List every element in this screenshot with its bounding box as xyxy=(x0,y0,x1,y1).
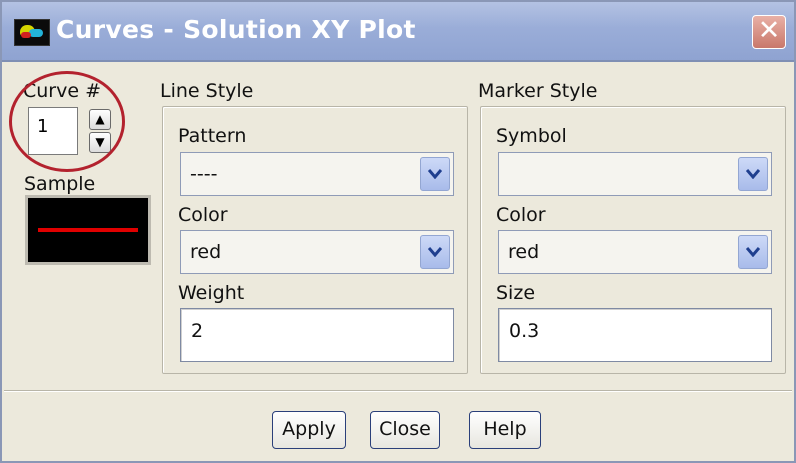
size-label: Size xyxy=(496,282,536,304)
pattern-dropdown[interactable]: ---- xyxy=(180,152,454,196)
marker-style-title: Marker Style xyxy=(478,80,598,102)
close-icon: ✕ xyxy=(757,15,781,46)
chevron-down-icon xyxy=(746,169,760,179)
weight-input[interactable]: 2 xyxy=(180,308,454,362)
symbol-label: Symbol xyxy=(496,125,567,147)
marker-color-value: red xyxy=(508,241,540,263)
line-style-title: Line Style xyxy=(160,80,254,102)
divider xyxy=(4,390,792,392)
line-color-dropdown[interactable]: red xyxy=(180,230,454,274)
chevron-down-icon xyxy=(746,247,760,257)
line-color-label: Color xyxy=(178,204,228,226)
marker-color-label: Color xyxy=(496,204,546,226)
size-input[interactable]: 0.3 xyxy=(498,308,772,362)
symbol-dropdown[interactable] xyxy=(498,152,772,196)
close-button[interactable]: Close xyxy=(370,411,440,449)
curves-dialog: Curves - Solution XY Plot ✕ Curve # 1 ▲ … xyxy=(0,0,796,463)
window-close-button[interactable]: ✕ xyxy=(752,15,786,49)
marker-color-dropdown[interactable]: red xyxy=(498,230,772,274)
sample-preview xyxy=(25,195,151,265)
sample-label: Sample xyxy=(24,173,96,195)
chevron-down-icon xyxy=(428,169,442,179)
annotation-circle xyxy=(9,71,125,172)
help-button[interactable]: Help xyxy=(469,411,541,449)
line-style-group: Pattern ---- Color red Weight 2 xyxy=(162,106,468,374)
title-bar[interactable]: Curves - Solution XY Plot ✕ xyxy=(2,2,794,62)
line-color-dropdown-button[interactable] xyxy=(420,235,450,269)
symbol-dropdown-button[interactable] xyxy=(738,157,768,191)
weight-label: Weight xyxy=(178,282,245,304)
sample-line xyxy=(38,228,138,232)
marker-color-dropdown-button[interactable] xyxy=(738,235,768,269)
marker-style-group: Symbol Color red Size 0.3 xyxy=(480,106,786,374)
window-title: Curves - Solution XY Plot xyxy=(56,15,416,44)
pattern-label: Pattern xyxy=(178,125,247,147)
pattern-dropdown-button[interactable] xyxy=(420,157,450,191)
pattern-value: ---- xyxy=(190,163,218,185)
line-color-value: red xyxy=(190,241,222,263)
chevron-down-icon xyxy=(428,247,442,257)
apply-button[interactable]: Apply xyxy=(272,411,346,449)
app-icon xyxy=(14,19,50,46)
